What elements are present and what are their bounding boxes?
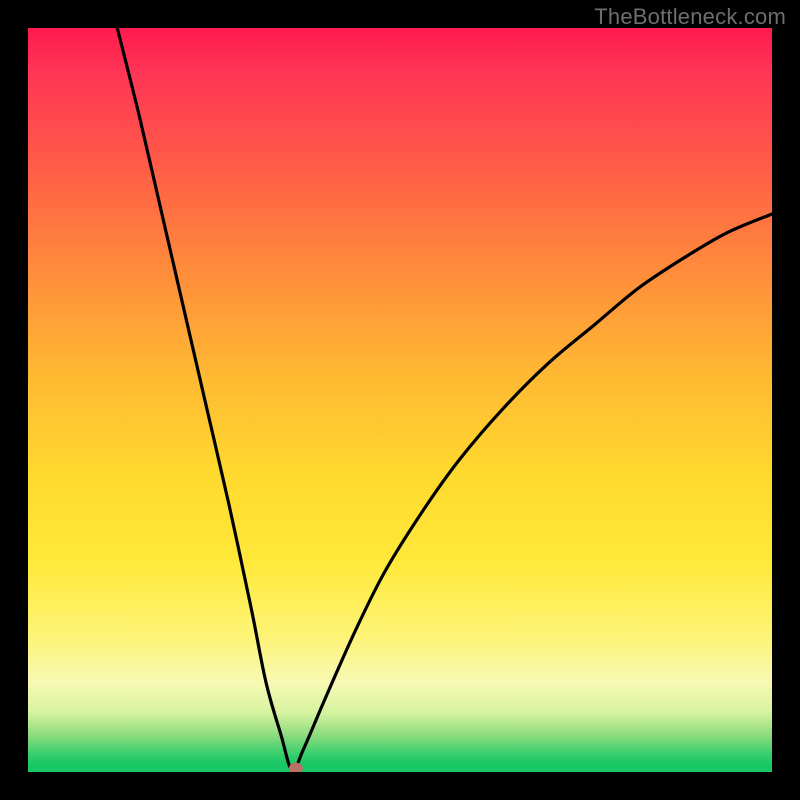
bottleneck-curve xyxy=(117,28,772,771)
plot-area xyxy=(28,28,772,772)
watermark-text: TheBottleneck.com xyxy=(594,4,786,30)
minimum-marker-icon xyxy=(289,763,303,772)
curve-layer xyxy=(28,28,772,772)
chart-frame: TheBottleneck.com xyxy=(0,0,800,800)
